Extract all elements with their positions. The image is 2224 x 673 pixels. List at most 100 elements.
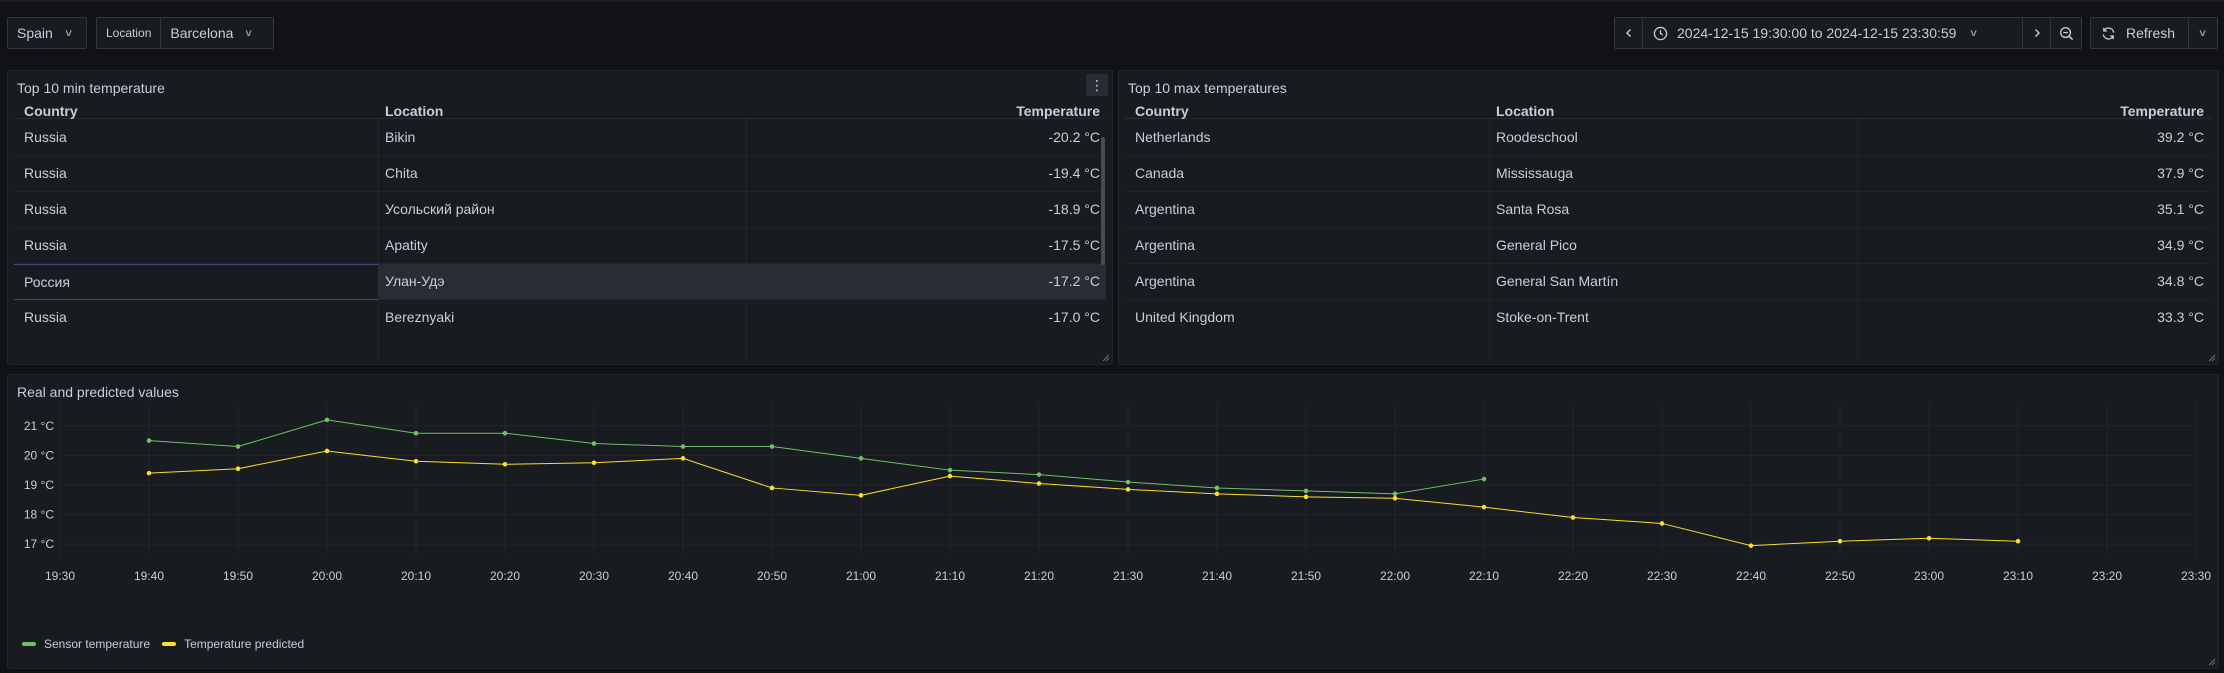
y-tick-label: 21 °C — [24, 419, 54, 433]
y-tick-label: 20 °C — [24, 448, 54, 462]
table-row[interactable]: United Kingdom Stoke-on-Trent 33.3 °C — [1125, 300, 2212, 336]
data-point — [1748, 543, 1754, 548]
table-row[interactable]: Argentina General San Martín 34.8 °C — [1125, 264, 2212, 300]
cell-temperature: -17.2 °C — [1048, 273, 1100, 289]
cell-location: Stoke-on-Trent — [1496, 309, 1589, 325]
x-tick-label: 19:40 — [134, 569, 164, 583]
data-point — [1837, 538, 1843, 544]
table-row[interactable]: Russia Bikin -20.2 °C — [14, 120, 1106, 156]
cell-location: General Pico — [1496, 237, 1577, 253]
location-variable-group[interactable]: Location Barcelona ∨ — [96, 17, 274, 49]
temperature-line-chart[interactable]: 19:30 19:40 19:50 20:00 20:10 20:20 20:30 20:40… — [8, 375, 2220, 633]
clock-icon — [1653, 26, 1668, 40]
x-tick-label: 20:50 — [757, 569, 787, 583]
y-tick-label: 17 °C — [24, 537, 54, 551]
table-row-hovered[interactable]: Улан-Удэ -17.2 °C — [378, 264, 1106, 300]
panel-menu-button[interactable]: ⋮ — [1086, 74, 1108, 96]
cell-country: Canada — [1135, 165, 1185, 181]
cell-temperature: -20.2 °C — [1048, 129, 1100, 145]
data-point — [1303, 494, 1309, 500]
data-point — [1303, 488, 1309, 494]
cell-temperature: 39.2 °C — [2157, 129, 2204, 145]
cell-temperature: -17.0 °C — [1048, 309, 1100, 325]
resize-handle-icon[interactable] — [2208, 354, 2216, 362]
refresh-interval-dropdown[interactable]: ∨ — [2189, 28, 2217, 39]
location-variable-label: Location — [97, 18, 162, 48]
series-line-0 — [148, 419, 1485, 495]
x-tick-label: 21:00 — [846, 569, 876, 583]
table-row[interactable]: Argentina Santa Rosa 35.1 °C — [1125, 192, 2212, 228]
cell-country: Netherlands — [1135, 129, 1211, 145]
legend-label: Sensor temperature — [44, 637, 151, 651]
series-line-1 — [148, 450, 2019, 547]
column-header-country[interactable]: Country — [1135, 103, 1189, 119]
data-point — [1570, 515, 1576, 520]
data-point — [1036, 481, 1042, 486]
cell-temperature: 34.8 °C — [2157, 273, 2204, 289]
location-value: Barcelona — [170, 25, 234, 41]
data-point — [502, 461, 508, 467]
cell-country: Argentina — [1135, 201, 1195, 217]
x-tick-label: 22:30 — [1647, 569, 1677, 583]
x-tick-label: 19:30 — [45, 569, 75, 583]
data-point — [1214, 491, 1220, 497]
top-border — [0, 0, 2224, 2]
table-row[interactable]: Russia Chita -19.4 °C — [14, 156, 1106, 192]
refresh-button[interactable]: Refresh — [2091, 18, 2189, 48]
data-point — [591, 441, 597, 446]
time-shift-back-button[interactable] — [1615, 18, 1643, 48]
x-tick-label: 20:00 — [312, 569, 342, 583]
panel-title: Top 10 max temperatures — [1128, 80, 1287, 96]
cell-country: Russia — [24, 237, 67, 253]
data-point — [858, 493, 864, 498]
cell-location: Roodeschool — [1496, 129, 1578, 145]
table-scrollbar[interactable] — [1101, 137, 1105, 265]
cell-country: Russia — [24, 165, 67, 181]
data-point — [769, 485, 775, 491]
chevron-down-icon: ∨ — [1969, 27, 1979, 39]
x-tick-label: 20:10 — [401, 569, 431, 583]
table-row[interactable]: Canada Mississauga 37.9 °C — [1125, 156, 2212, 192]
data-point — [1392, 491, 1398, 497]
column-header-temperature[interactable]: Temperature — [2120, 103, 2204, 119]
column-header-country[interactable]: Country — [24, 103, 78, 119]
data-point — [146, 438, 152, 443]
x-tick-label: 20:20 — [490, 569, 520, 583]
time-shift-forward-button[interactable] — [2023, 18, 2051, 48]
x-tick-label: 21:50 — [1291, 569, 1321, 583]
cell-country: United Kingdom — [1135, 309, 1235, 325]
location-variable-select[interactable]: Barcelona ∨ — [161, 25, 254, 41]
zoom-out-button[interactable] — [2051, 18, 2081, 48]
resize-handle-icon[interactable] — [2208, 658, 2216, 666]
resize-handle-icon[interactable] — [1102, 354, 1110, 362]
legend-item-predicted[interactable]: Temperature predicted — [162, 637, 304, 651]
legend-item-sensor[interactable]: Sensor temperature — [22, 637, 150, 651]
country-variable-select[interactable]: Spain ∨ — [7, 17, 87, 49]
table-row[interactable]: Argentina General Pico 34.9 °C — [1125, 228, 2212, 264]
data-point — [146, 470, 152, 476]
cell-country: Russia — [24, 129, 67, 145]
cell-location: Mississauga — [1496, 165, 1574, 181]
column-header-temperature[interactable]: Temperature — [1016, 103, 1100, 119]
cell-location: Chita — [385, 165, 418, 181]
column-header-location[interactable]: Location — [385, 103, 443, 119]
data-point — [2015, 538, 2021, 544]
cell-temperature: 33.3 °C — [2157, 309, 2204, 325]
chevron-down-icon: ∨ — [244, 27, 254, 39]
time-range-button[interactable]: 2024-12-15 19:30:00 to 2024-12-15 23:30:… — [1643, 18, 2023, 48]
cell-temperature: -19.4 °C — [1048, 165, 1100, 181]
table-row[interactable]: Russia Apatity -17.5 °C — [14, 228, 1106, 264]
cell-temperature: -18.9 °C — [1048, 201, 1100, 217]
cell-temperature: 37.9 °C — [2157, 165, 2204, 181]
cell-location: Apatity — [385, 237, 428, 253]
table-row[interactable]: Russia Bereznyaki -17.0 °C — [14, 300, 1106, 336]
table-cell-focused[interactable]: Россия — [14, 264, 378, 300]
table-row[interactable]: Netherlands Roodeschool 39.2 °C — [1125, 120, 2212, 156]
cell-location: Bereznyaki — [385, 309, 455, 325]
x-tick-label: 21:40 — [1202, 569, 1232, 583]
column-header-location[interactable]: Location — [1496, 103, 1554, 119]
table-row[interactable]: Russia Усольский район -18.9 °C — [14, 192, 1106, 228]
chevron-right-icon — [2034, 29, 2040, 37]
x-tick-label: 19:50 — [223, 569, 253, 583]
y-tick-label: 18 °C — [24, 508, 54, 522]
